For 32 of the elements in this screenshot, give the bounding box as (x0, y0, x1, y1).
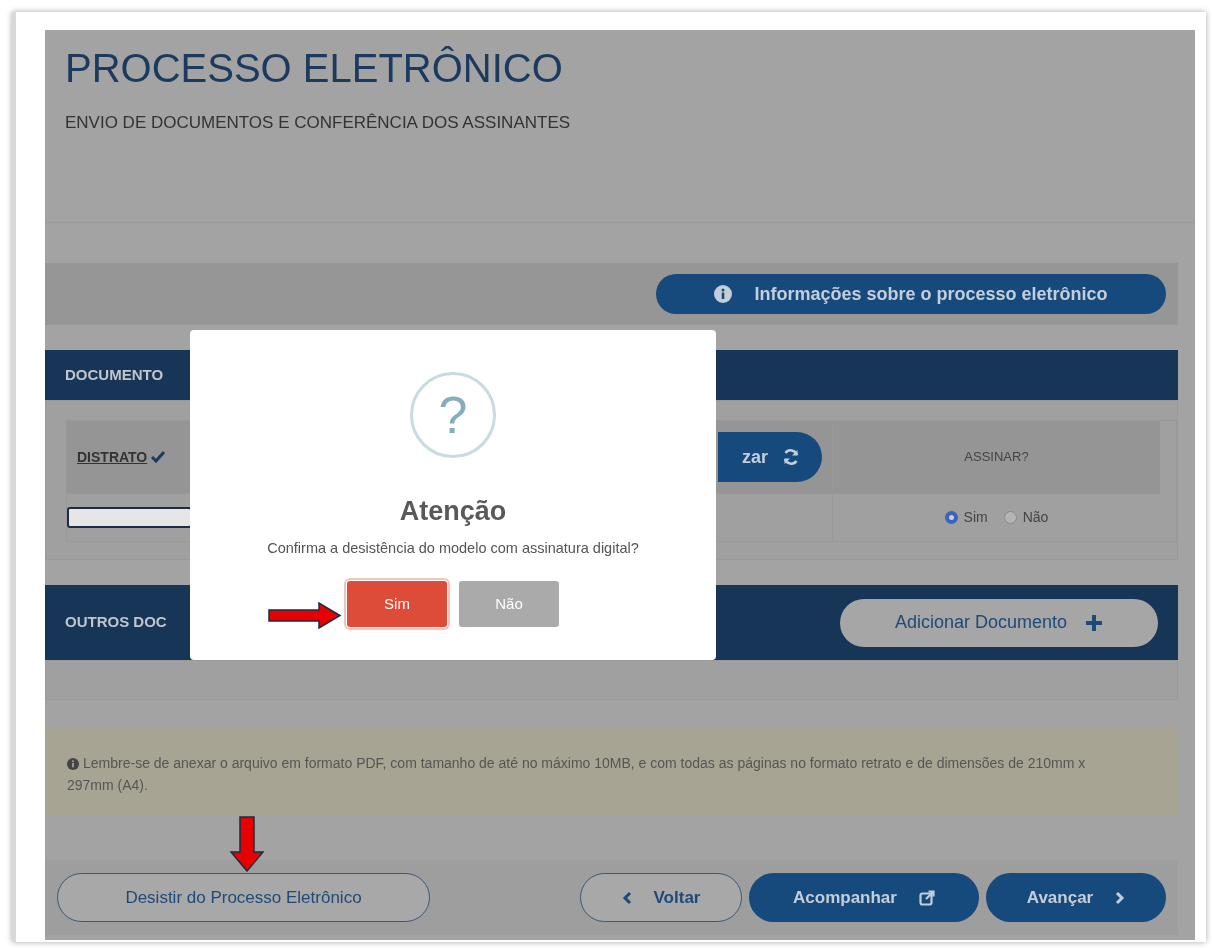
page-title: PROCESSO ELETRÔNICO (65, 45, 563, 92)
chevron-right-icon (1115, 890, 1126, 905)
radio-button[interactable] (1003, 511, 1017, 524)
question-icon: ? (410, 372, 496, 458)
radio-label: Não (1022, 508, 1049, 527)
radio-button[interactable] (944, 511, 958, 524)
external-link-icon (918, 889, 935, 906)
document-link[interactable]: DISTRATO (77, 446, 148, 468)
refresh-icon (782, 448, 800, 466)
cancel-button[interactable]: Não (459, 581, 559, 628)
dialog-message: Confirma a desistência do modelo com assinatura digital? (267, 538, 639, 558)
quit-process-button[interactable]: Desistir do Processo Eletrônico (57, 873, 430, 922)
confirm-button[interactable]: Sim (347, 581, 447, 628)
dialog-title: Atenção (399, 495, 507, 528)
radio-label: Sim (963, 508, 988, 527)
info-icon (714, 285, 733, 303)
info-icon (67, 758, 79, 770)
next-button[interactable]: Avançar (986, 873, 1166, 922)
page-subtitle: ENVIO DE DOCUMENTOS E CONFERÊNCIA DOS ASSINANTES (65, 112, 571, 134)
plus-icon (1085, 613, 1104, 632)
follow-button[interactable]: Acompanhar (749, 873, 979, 922)
chevron-left-icon (621, 890, 632, 905)
notice-text: Lembre-se de anexar o arquivo em formato PDF, com tamanho de até no máximo 10MB, e com todas as páginas no formato retrato e de dimensões de 210mm x 297mm (A4). (67, 754, 1087, 795)
section-title: OUTROS DOC (65, 612, 167, 633)
info-button[interactable]: Informações sobre o processo eletrônico (656, 274, 1166, 314)
add-document-button[interactable]: Adicionar Documento (840, 598, 1158, 647)
refresh-button[interactable]: zar (718, 432, 822, 482)
section-title: DOCUMENTO (65, 364, 164, 385)
column-header: ASSINAR? (964, 448, 1029, 467)
input-field[interactable] (67, 507, 192, 528)
arrow-drawing (230, 816, 264, 872)
back-button[interactable]: Voltar (580, 873, 742, 922)
